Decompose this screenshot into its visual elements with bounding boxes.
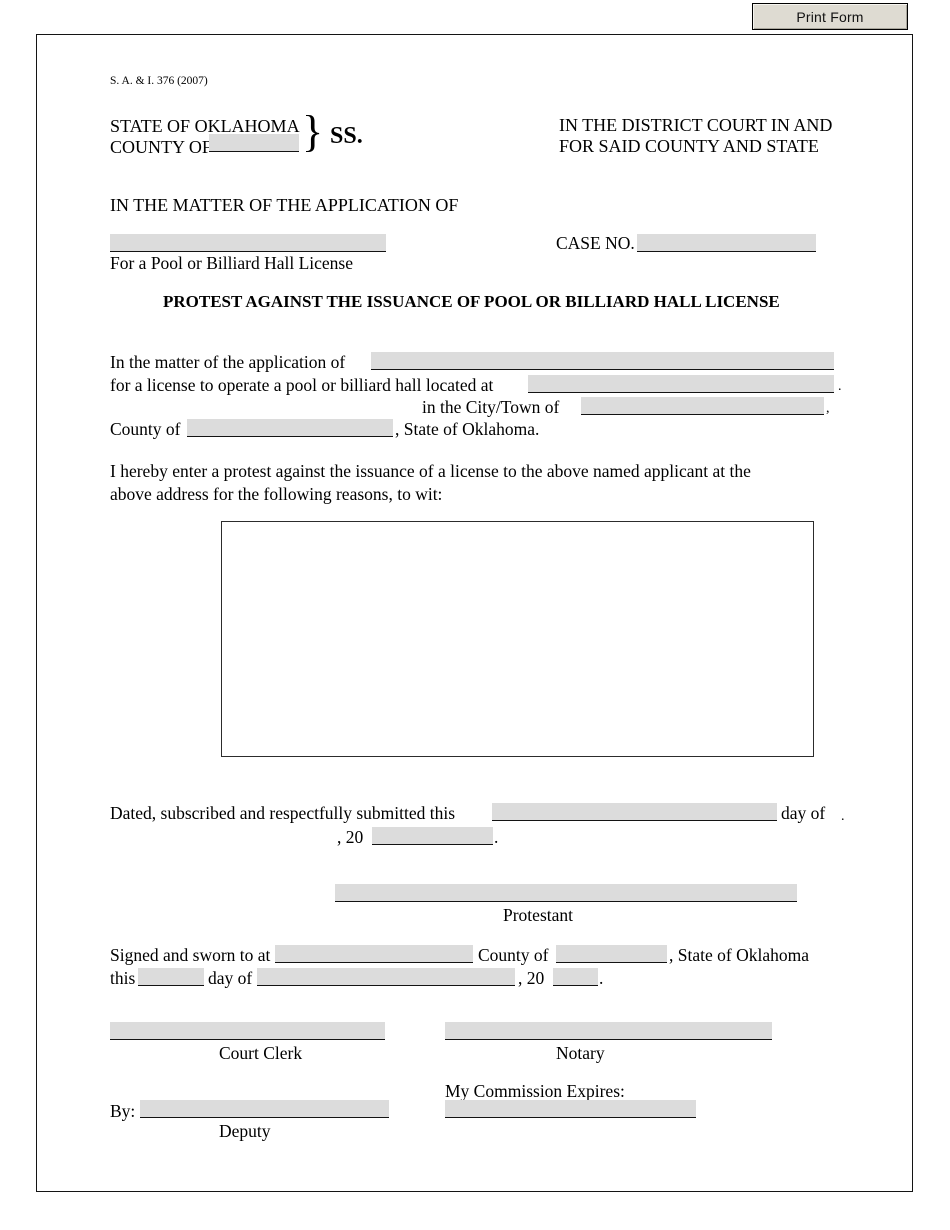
dated-trailing-comma: . — [841, 809, 845, 824]
sworn-day-field[interactable] — [138, 968, 204, 986]
protestant-signature-field[interactable] — [335, 884, 797, 902]
body-line2-suffix: . — [838, 379, 842, 394]
sworn-line2-prefix: this — [110, 968, 136, 988]
deputy-label: Deputy — [219, 1121, 271, 1141]
state-line: STATE OF OKLAHOMA — [110, 116, 300, 136]
sworn-month-field[interactable] — [257, 968, 515, 986]
body-line4-prefix: County of — [110, 419, 181, 439]
dated-year-prefix: , 20 — [337, 827, 364, 847]
brace-icon: } — [302, 107, 324, 156]
applicant-name-body-field[interactable] — [371, 352, 834, 370]
sworn-line1-suffix: , State of Oklahoma — [669, 945, 809, 965]
protest-line-2: above address for the following reasons,… — [110, 484, 443, 504]
county-body-field[interactable] — [187, 419, 393, 437]
case-no-label: CASE NO. — [556, 233, 635, 253]
court-line-2: FOR SAID COUNTY AND STATE — [559, 136, 819, 156]
sworn-line2-year-prefix: , 20 — [518, 968, 545, 988]
by-label: By: — [110, 1101, 136, 1121]
address-field[interactable] — [528, 375, 834, 393]
matter-heading: IN THE MATTER OF THE APPLICATION OF — [110, 195, 459, 215]
print-form-button[interactable]: Print Form — [752, 3, 908, 30]
ss-label: SS. — [330, 123, 363, 149]
sworn-line2-period: . — [599, 968, 604, 988]
city-town-field[interactable] — [581, 397, 824, 415]
body-line2-prefix: for a license to operate a pool or billi… — [110, 375, 494, 395]
protest-line-1: I hereby enter a protest against the iss… — [110, 461, 751, 481]
sworn-line1-prefix: Signed and sworn to at — [110, 945, 271, 965]
reasons-textarea[interactable] — [221, 521, 814, 757]
body-line4-suffix: , State of Oklahoma. — [395, 419, 540, 439]
sworn-county-field[interactable] — [556, 945, 667, 963]
commission-expires-field[interactable] — [445, 1100, 696, 1118]
court-clerk-signature-field[interactable] — [110, 1022, 385, 1040]
commission-expires-label: My Commission Expires: — [445, 1081, 625, 1101]
body-line3-suffix: , — [826, 401, 830, 416]
notary-label: Notary — [556, 1043, 605, 1063]
court-clerk-label: Court Clerk — [219, 1043, 303, 1063]
deputy-signature-field[interactable] — [140, 1100, 389, 1118]
dated-year-field[interactable] — [372, 827, 493, 845]
sworn-year-field[interactable] — [553, 968, 598, 986]
dated-day-field[interactable] — [492, 803, 777, 821]
dated-period: . — [494, 827, 499, 847]
sworn-line2-day-of: day of — [208, 968, 253, 988]
county-top-field[interactable] — [209, 134, 299, 152]
case-no-field[interactable] — [637, 234, 816, 252]
dated-day-of: day of — [781, 803, 826, 823]
page-title: PROTEST AGAINST THE ISSUANCE OF POOL OR … — [163, 292, 780, 311]
court-line-1: IN THE DISTRICT COURT IN AND — [559, 115, 833, 135]
dated-prefix: Dated, subscribed and respectfully submi… — [110, 803, 456, 823]
applicant-caption: For a Pool or Billiard Hall License — [110, 253, 354, 273]
sworn-city-field[interactable] — [275, 945, 473, 963]
body-line3-prefix: in the City/Town of — [422, 397, 560, 417]
protestant-label: Protestant — [503, 905, 573, 925]
notary-signature-field[interactable] — [445, 1022, 772, 1040]
applicant-name-top-field[interactable] — [110, 234, 386, 252]
county-label: COUNTY OF — [110, 137, 212, 157]
body-line1-prefix: In the matter of the application of — [110, 352, 346, 372]
sworn-line1-mid: County of — [478, 945, 549, 965]
form-code: S. A. & I. 376 (2007) — [110, 75, 208, 87]
